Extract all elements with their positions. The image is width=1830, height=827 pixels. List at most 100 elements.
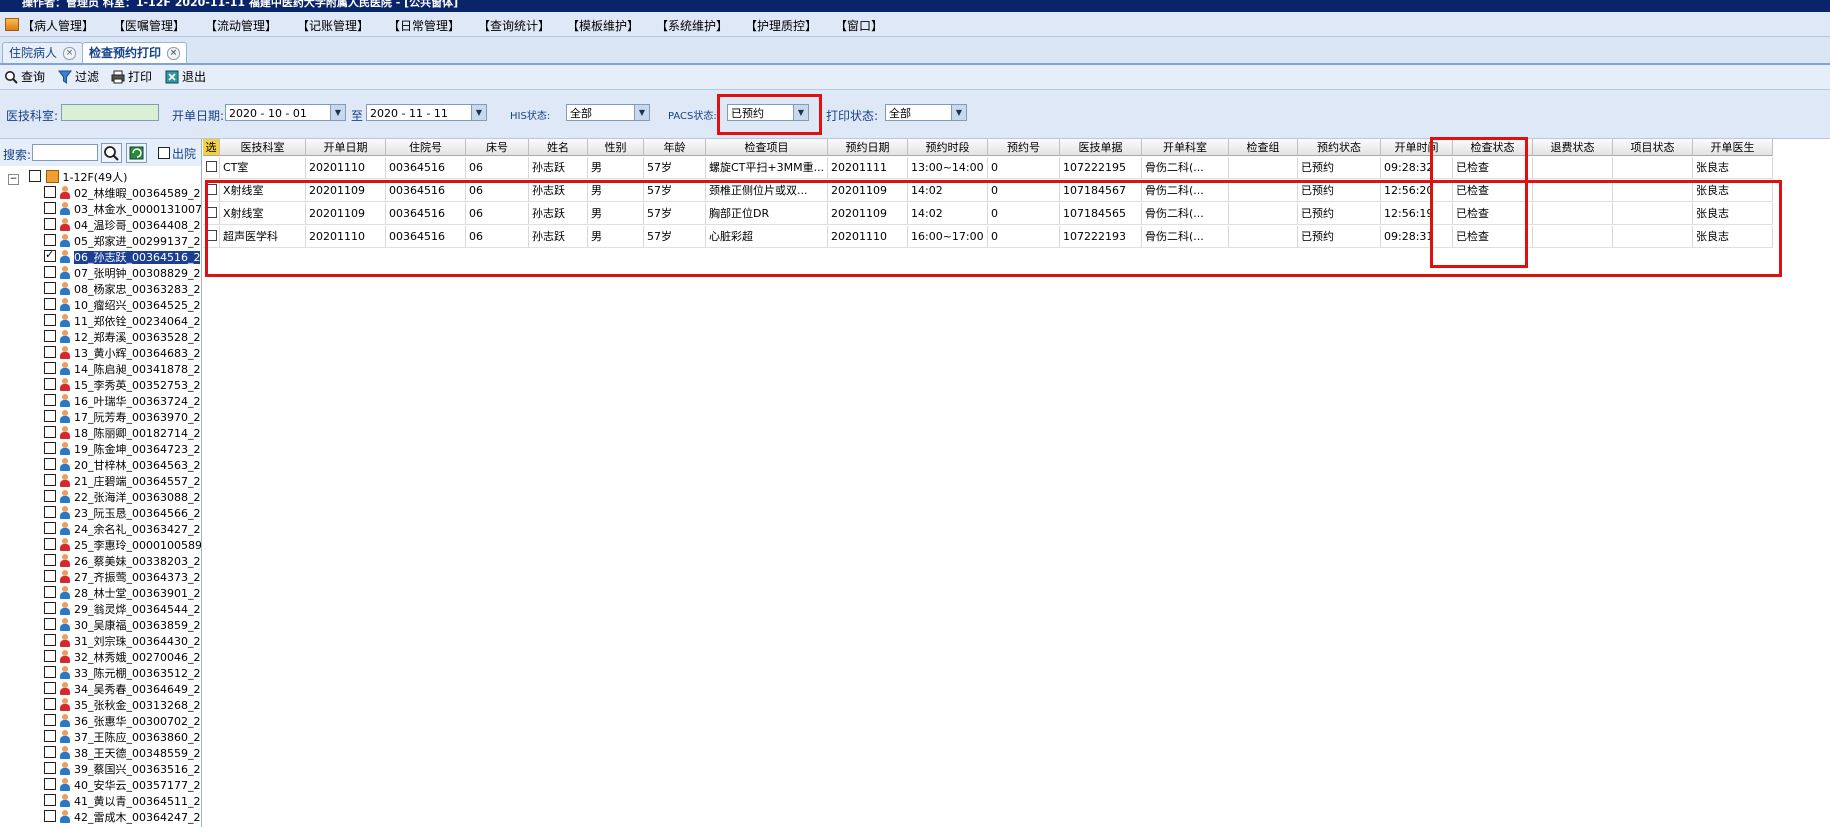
patient-checkbox[interactable] [44,730,56,742]
filter-button[interactable]: 过滤 [58,68,99,86]
col-header-bed-no[interactable]: 床号 [466,139,529,156]
patient-checkbox[interactable] [44,266,56,278]
col-header-name[interactable]: 姓名 [529,139,588,156]
cell-select[interactable] [203,180,220,202]
menu-billing-management[interactable]: 【记账管理】 [297,17,369,34]
tab-inpatients[interactable]: 住院病人 × [2,42,84,63]
col-header-exam-doc[interactable]: 医技单据 [1060,139,1142,156]
patient-item[interactable]: 42_雷成木_00364247_2 [44,810,200,826]
chevron-down-icon[interactable]: ▼ [793,105,808,120]
date-from-picker[interactable]: 2020 - 10 - 01 ▼ [225,104,346,121]
patient-checkbox[interactable] [44,202,56,214]
menu-daily-management[interactable]: 【日常管理】 [388,17,460,34]
col-header-age[interactable]: 年龄 [644,139,706,156]
patient-checkbox[interactable] [44,186,56,198]
patient-item[interactable]: 04_温珍哥_00364408_2 [44,218,200,234]
patient-checkbox[interactable] [44,522,56,534]
patient-checkbox[interactable] [44,410,56,422]
col-header-sex[interactable]: 性别 [588,139,644,156]
chevron-down-icon[interactable]: ▼ [330,105,345,120]
patient-checkbox[interactable] [44,362,56,374]
col-header-appt-slot[interactable]: 预约时段 [908,139,988,156]
date-to-picker[interactable]: 2020 - 11 - 11 ▼ [366,104,487,121]
patient-item[interactable]: 37_王陈应_00363860_2 [44,730,200,746]
collapse-icon[interactable]: − [8,174,19,185]
col-header-refund-status[interactable]: 退费状态 [1533,139,1613,156]
patient-checkbox[interactable] [44,474,56,486]
menu-order-management[interactable]: 【医嘱管理】 [113,17,185,34]
col-header-exam-item[interactable]: 检查项目 [706,139,828,156]
query-button[interactable]: 查询 [4,68,45,86]
col-header-order-dept[interactable]: 开单科室 [1142,139,1229,156]
patient-checkbox[interactable] [44,234,56,246]
patient-item[interactable]: 15_李秀英_00352753_2 [44,378,200,394]
col-header-doctor[interactable]: 开单医生 [1693,139,1773,156]
dept-input[interactable] [61,104,159,121]
patient-checkbox[interactable] [44,330,56,342]
patient-checkbox[interactable] [44,634,56,646]
patient-checkbox[interactable] [44,538,56,550]
patient-item[interactable]: 33_陈元棚_00363512_2 [44,666,200,682]
tree-root[interactable]: − 1-12F(49人) [8,170,127,186]
menu-flow-management[interactable]: 【流动管理】 [205,17,277,34]
patient-checkbox[interactable] [44,794,56,806]
patient-checkbox[interactable] [44,618,56,630]
col-header-order-time[interactable]: 开单时间 [1381,139,1453,156]
patient-checkbox[interactable] [44,554,56,566]
patient-item[interactable]: 03_林金水_0000131007 [44,202,201,218]
print-button[interactable]: 打印 [111,68,152,86]
patient-item[interactable]: 28_林士堂_00363901_2 [44,586,200,602]
patient-checkbox[interactable] [44,682,56,694]
patient-item[interactable]: 20_甘梓林_00364563_2 [44,458,200,474]
row-select-checkbox[interactable] [206,161,217,172]
col-header-exam-status[interactable]: 检查状态 [1453,139,1533,156]
patient-checkbox[interactable] [44,298,56,310]
patient-item[interactable]: 29_翁灵烨_00364544_2 [44,602,200,618]
patient-item[interactable]: 27_齐振莺_00364373_2 [44,570,200,586]
patient-checkbox[interactable] [44,282,56,294]
patient-checkbox[interactable] [44,314,56,326]
patient-item[interactable]: 36_张惠华_00300702_2 [44,714,200,730]
exit-button[interactable]: 退出 [165,68,206,86]
menu-window[interactable]: 【窗口】 [835,17,883,34]
col-header-appt-status[interactable]: 预约状态 [1298,139,1381,156]
patient-checkbox[interactable] [44,586,56,598]
print-status-select[interactable]: 全部 ▼ [885,104,967,121]
col-header-select[interactable]: 选 [203,139,220,156]
row-select-checkbox[interactable] [206,207,217,218]
patient-checkbox[interactable] [44,458,56,470]
patient-checkbox[interactable] [44,714,56,726]
patient-item[interactable]: 14_陈启昶_00341878_2 [44,362,200,378]
patient-checkbox[interactable] [44,442,56,454]
patient-item[interactable]: 40_安华云_00357177_2 [44,778,200,794]
patient-item[interactable]: 06_孙志跃_00364516_2 [44,247,201,266]
patient-item[interactable]: 34_吴秀春_00364649_2 [44,682,200,698]
patient-checkbox[interactable] [44,778,56,790]
pacs-status-select[interactable]: 已预约 ▼ [727,104,809,121]
patient-checkbox[interactable] [44,762,56,774]
col-header-exam-group[interactable]: 检查组 [1229,139,1298,156]
patient-item[interactable]: 07_张明钟_00308829_2 [44,266,200,282]
col-header-appt-date[interactable]: 预约日期 [828,139,908,156]
patient-checkbox[interactable] [44,650,56,662]
patient-item[interactable]: 05_郑家进_00299137_2 [44,234,200,250]
patient-item[interactable]: 41_黄以青_00364511_2 [44,794,200,810]
col-header-inpatient-no[interactable]: 住院号 [386,139,466,156]
patient-item[interactable]: 18_陈丽卿_00182714_2 [44,426,200,442]
chevron-down-icon[interactable]: ▼ [951,105,966,120]
patient-item[interactable]: 39_蔡国兴_00363516_2 [44,762,200,778]
patient-item[interactable]: 35_张秋金_00313268_2 [44,698,200,714]
patient-item[interactable]: 22_张海洋_00363088_2 [44,490,200,506]
patient-item[interactable]: 24_余名礼_00363427_2 [44,522,200,538]
his-status-select[interactable]: 全部 ▼ [566,104,650,121]
search-button[interactable] [101,143,122,163]
patient-checkbox[interactable] [44,218,56,230]
patient-item[interactable]: 38_王天德_00348559_2 [44,746,200,762]
cell-select[interactable] [203,226,220,248]
menu-template-maintenance[interactable]: 【模板维护】 [567,17,639,34]
patient-checkbox[interactable] [44,602,56,614]
menu-patient-management[interactable]: 【病人管理】 [22,17,94,34]
menu-query-statistics[interactable]: 【查询统计】 [478,17,550,34]
patient-checkbox[interactable] [44,746,56,758]
patient-item[interactable]: 17_阮芳寿_00363970_2 [44,410,200,426]
